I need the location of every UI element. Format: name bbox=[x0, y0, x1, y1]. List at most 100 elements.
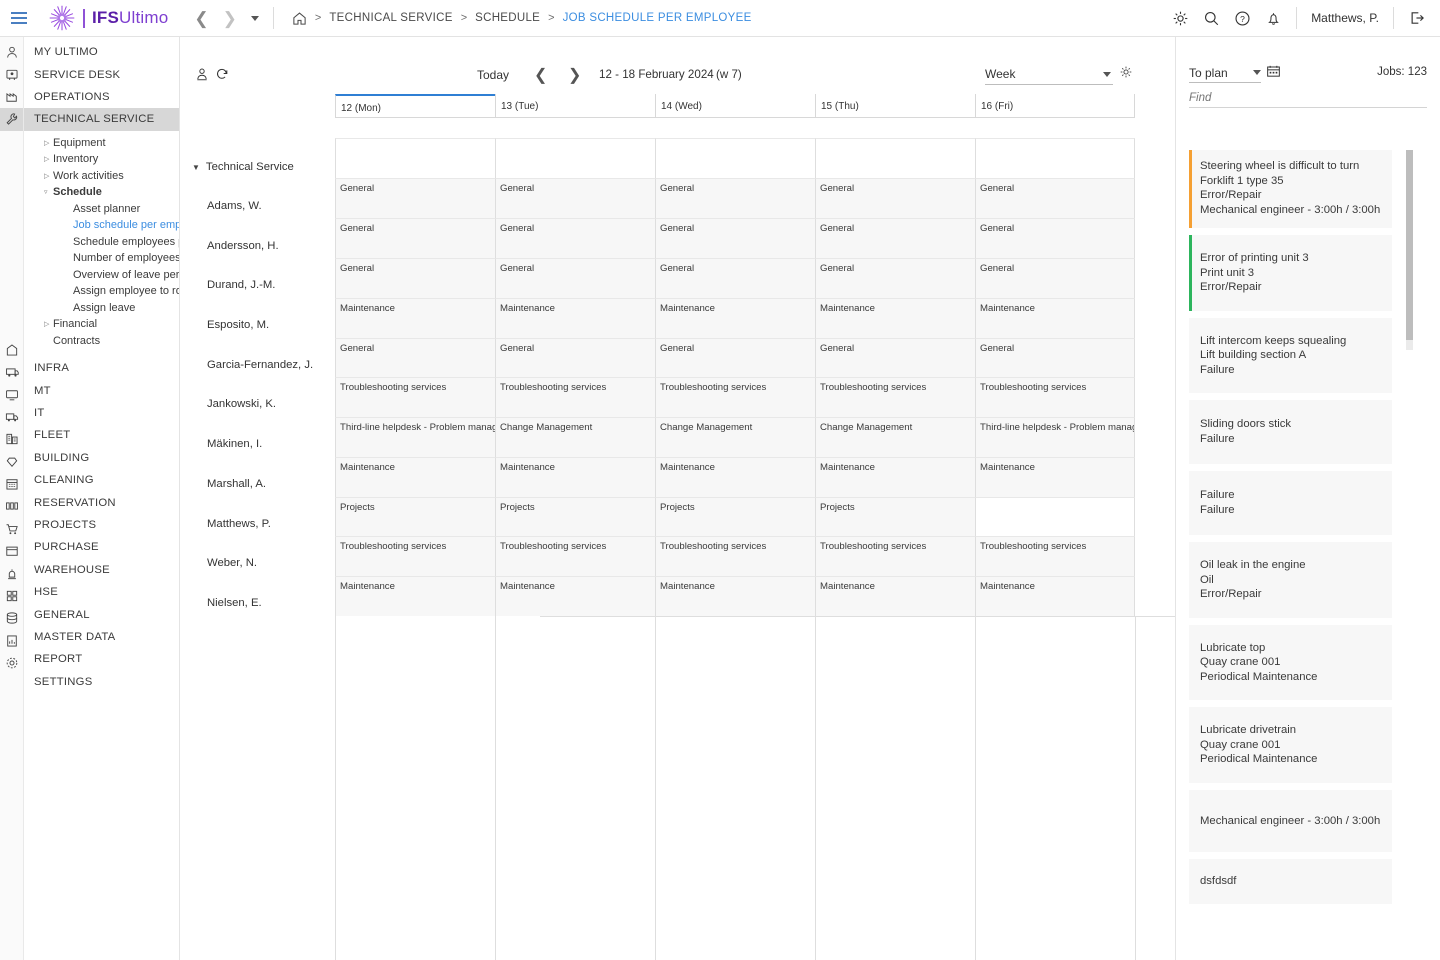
schedule-cell[interactable]: Troubleshooting services bbox=[655, 377, 815, 417]
day-header-0[interactable]: 12 (Mon) bbox=[335, 94, 495, 118]
schedule-cell[interactable]: Third-line helpdesk - Problem management bbox=[335, 417, 495, 457]
sidebar-item-contracts[interactable]: Contracts bbox=[24, 333, 179, 350]
resource-row-label[interactable]: Matthews, P. bbox=[181, 518, 335, 530]
sidebar-item-operations[interactable]: OPERATIONS bbox=[24, 86, 179, 108]
sidebar-item-hse[interactable]: HSE bbox=[24, 581, 179, 603]
sidebar-item-report[interactable]: REPORT bbox=[24, 648, 179, 670]
resource-row-label[interactable]: Nielsen, E. bbox=[181, 597, 335, 609]
sidebar-item-service-desk[interactable]: SERVICE DESK bbox=[24, 63, 179, 85]
rail-icon-service-desk[interactable] bbox=[0, 63, 23, 85]
day-header-2[interactable]: 14 (Wed) bbox=[655, 94, 815, 118]
job-card[interactable]: Error of printing unit 3 Print unit 3 Er… bbox=[1189, 235, 1392, 311]
rail-icon-it[interactable] bbox=[0, 383, 23, 405]
sidebar-item-mt[interactable]: MT bbox=[24, 379, 179, 401]
schedule-cell[interactable]: General bbox=[335, 218, 495, 258]
resource-row-label[interactable]: Weber, N. bbox=[181, 557, 335, 569]
schedule-cell[interactable]: General bbox=[655, 218, 815, 258]
job-card[interactable]: Steering wheel is difficult to turn Fork… bbox=[1189, 150, 1392, 228]
calendar-icon[interactable] bbox=[1266, 64, 1281, 84]
schedule-cell[interactable]: Third-line helpdesk - Problem management bbox=[975, 417, 1135, 457]
sidebar-item-reservation[interactable]: RESERVATION bbox=[24, 491, 179, 513]
job-list-scrollbar[interactable] bbox=[1406, 150, 1413, 350]
sidebar-item-schedule[interactable]: ▿Schedule bbox=[24, 184, 179, 201]
rail-icon-technical-service[interactable] bbox=[0, 108, 23, 130]
schedule-cell[interactable]: General bbox=[815, 218, 975, 258]
day-header-3[interactable]: 15 (Thu) bbox=[815, 94, 975, 118]
next-period-icon[interactable]: ❯ bbox=[568, 65, 581, 85]
schedule-cell[interactable]: Projects bbox=[495, 497, 655, 537]
schedule-cell[interactable]: Maintenance bbox=[335, 457, 495, 497]
rail-icon-fleet[interactable] bbox=[0, 406, 23, 428]
sidebar-item-equipment[interactable]: ▷Equipment bbox=[24, 135, 179, 152]
job-card[interactable]: Oil leak in the engine Oil Error/Repair bbox=[1189, 542, 1392, 618]
sidebar-item-assign-employee-to-roster-group[interactable]: Assign employee to roster group bbox=[24, 283, 179, 300]
schedule-cell[interactable]: Troubleshooting services bbox=[815, 536, 975, 576]
resource-row-label[interactable]: Mäkinen, I. bbox=[181, 438, 335, 450]
rail-icon-settings[interactable] bbox=[0, 652, 23, 674]
rail-icon-hse[interactable] bbox=[0, 562, 23, 584]
job-card[interactable]: Sliding doors stick Failure bbox=[1189, 400, 1392, 464]
schedule-cell[interactable]: Troubleshooting services bbox=[975, 536, 1135, 576]
schedule-cell[interactable]: General bbox=[975, 178, 1135, 218]
gear-icon[interactable] bbox=[1172, 10, 1189, 27]
resource-row-label[interactable]: Adams, W. bbox=[181, 200, 335, 212]
schedule-cell[interactable]: General bbox=[335, 258, 495, 298]
schedule-cell[interactable]: General bbox=[495, 338, 655, 378]
schedule-cell[interactable]: General bbox=[655, 258, 815, 298]
sidebar-item-master-data[interactable]: MASTER DATA bbox=[24, 626, 179, 648]
rail-icon-building[interactable] bbox=[0, 428, 23, 450]
schedule-cell[interactable]: Change Management bbox=[815, 417, 975, 457]
schedule-cell[interactable]: Troubleshooting services bbox=[975, 377, 1135, 417]
sidebar-item-purchase[interactable]: PURCHASE bbox=[24, 536, 179, 558]
back-icon[interactable]: ❮ bbox=[194, 10, 208, 27]
schedule-cell[interactable]: General bbox=[815, 338, 975, 378]
rail-icon-mt[interactable] bbox=[0, 361, 23, 383]
schedule-cell[interactable]: Change Management bbox=[495, 417, 655, 457]
sidebar-item-settings[interactable]: SETTINGS bbox=[24, 671, 179, 693]
schedule-cell[interactable]: General bbox=[495, 178, 655, 218]
schedule-cell[interactable]: General bbox=[655, 338, 815, 378]
rail-icon-master-data[interactable] bbox=[0, 607, 23, 629]
schedule-cell[interactable]: Projects bbox=[815, 497, 975, 537]
schedule-cell[interactable]: General bbox=[495, 258, 655, 298]
schedule-cell[interactable]: Maintenance bbox=[335, 576, 495, 616]
schedule-cell[interactable]: Troubleshooting services bbox=[815, 377, 975, 417]
help-icon[interactable]: ? bbox=[1234, 10, 1251, 27]
refresh-icon[interactable] bbox=[215, 67, 229, 86]
sidebar-item-building[interactable]: BUILDING bbox=[24, 447, 179, 469]
job-card[interactable]: dsfdsdf bbox=[1189, 859, 1392, 904]
sidebar-item-infra[interactable]: INFRA bbox=[24, 357, 179, 379]
schedule-cell[interactable]: General bbox=[495, 218, 655, 258]
schedule-cell[interactable]: Troubleshooting services bbox=[335, 377, 495, 417]
previous-period-icon[interactable]: ❮ bbox=[534, 65, 547, 85]
sidebar-item-financial[interactable]: ▷Financial bbox=[24, 316, 179, 333]
rail-icon-warehouse[interactable] bbox=[0, 540, 23, 562]
schedule-cell[interactable]: Maintenance bbox=[335, 298, 495, 338]
schedule-cell[interactable]: General bbox=[815, 178, 975, 218]
schedule-cell[interactable]: General bbox=[975, 258, 1135, 298]
sidebar-item-my-ultimo[interactable]: MY ULTIMO bbox=[24, 41, 179, 63]
schedule-cell[interactable]: Maintenance bbox=[495, 298, 655, 338]
job-card[interactable]: Lift intercom keeps squealing Lift build… bbox=[1189, 318, 1392, 394]
breadcrumb-item-2[interactable]: JOB SCHEDULE PER EMPLOYEE bbox=[563, 12, 752, 24]
schedule-cell[interactable]: General bbox=[975, 218, 1135, 258]
sidebar-item-schedule-employees-per-roster[interactable]: Schedule employees per roster bbox=[24, 234, 179, 251]
to-plan-filter-select[interactable]: To plan bbox=[1189, 64, 1261, 83]
job-card[interactable]: Mechanical engineer - 3:00h / 3:00h bbox=[1189, 790, 1392, 853]
breadcrumb-item-1[interactable]: SCHEDULE bbox=[475, 12, 540, 24]
schedule-cell[interactable]: Maintenance bbox=[495, 576, 655, 616]
schedule-cell[interactable]: General bbox=[655, 178, 815, 218]
schedule-cell[interactable]: Maintenance bbox=[495, 457, 655, 497]
schedule-cell[interactable]: Troubleshooting services bbox=[655, 536, 815, 576]
schedule-cell[interactable] bbox=[975, 497, 1135, 537]
resource-row-label[interactable]: Esposito, M. bbox=[181, 319, 335, 331]
schedule-cell[interactable]: Maintenance bbox=[975, 457, 1135, 497]
rail-icon-general[interactable] bbox=[0, 585, 23, 607]
notifications-bell-icon[interactable] bbox=[1265, 10, 1282, 27]
sidebar-item-inventory[interactable]: ▷Inventory bbox=[24, 151, 179, 168]
schedule-cell[interactable]: Troubleshooting services bbox=[495, 377, 655, 417]
forward-icon[interactable]: ❯ bbox=[223, 10, 237, 27]
schedule-cell[interactable]: General bbox=[815, 258, 975, 298]
schedule-cell[interactable]: Maintenance bbox=[655, 457, 815, 497]
schedule-cell[interactable]: Change Management bbox=[655, 417, 815, 457]
